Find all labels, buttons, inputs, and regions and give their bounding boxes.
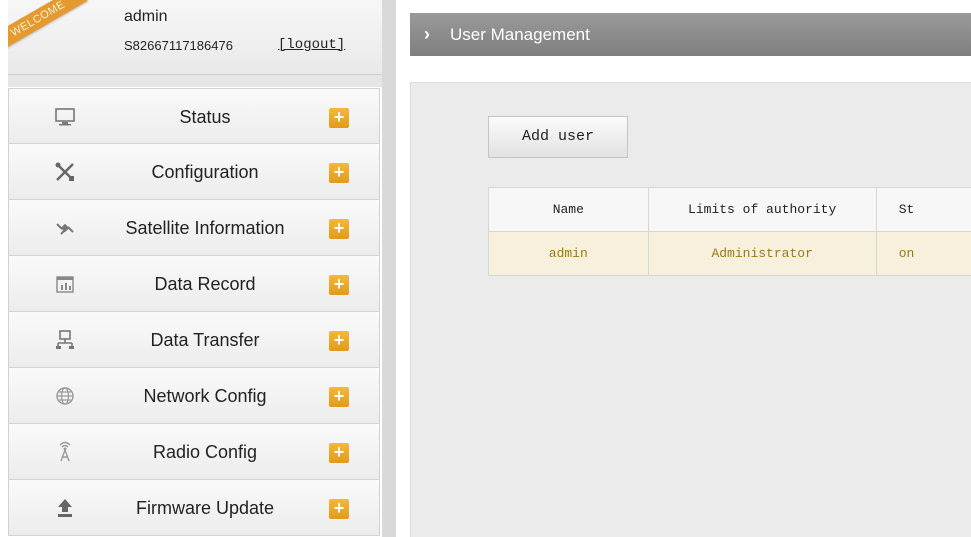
expand-plus-icon[interactable]: + xyxy=(329,331,349,351)
table-header-row: Name Limits of authority St xyxy=(488,187,971,232)
page-title-bar: › User Management xyxy=(410,13,971,56)
sidebar-item-label: Data Record xyxy=(154,274,256,294)
cell-user-name[interactable]: admin xyxy=(488,231,649,276)
sidebar: WELCOME admin S82667117186476 [logout] S… xyxy=(0,0,384,537)
sidebar-item-radio-config[interactable]: Radio Config + xyxy=(8,424,380,480)
user-panel: WELCOME admin S82667117186476 [logout] xyxy=(8,0,383,75)
sidebar-splitter[interactable] xyxy=(382,0,396,537)
sidebar-item-network-config[interactable]: Network Config + xyxy=(8,368,380,424)
radio-tower-icon xyxy=(53,440,77,464)
satellite-icon xyxy=(53,216,77,240)
sidebar-item-data-record[interactable]: Data Record + xyxy=(8,256,380,312)
sidebar-divider xyxy=(8,75,382,87)
add-user-button[interactable]: Add user xyxy=(488,116,628,158)
sidebar-item-label: Status xyxy=(179,107,231,127)
cell-authority: Administrator xyxy=(647,231,877,276)
sidebar-item-label: Radio Config xyxy=(152,442,258,462)
content-panel: Add user Name Limits of authority St adm… xyxy=(410,82,971,537)
expand-plus-icon[interactable]: + xyxy=(329,163,349,183)
welcome-ribbon: WELCOME xyxy=(8,0,88,53)
chevron-right-icon: › xyxy=(424,24,430,44)
sidebar-item-label: Firmware Update xyxy=(135,498,275,518)
page-title: User Management xyxy=(450,25,590,44)
sidebar-item-data-transfer[interactable]: Data Transfer + xyxy=(8,312,380,368)
user-table: Name Limits of authority St admin Admini… xyxy=(488,187,971,276)
sidebar-item-label: Configuration xyxy=(151,162,259,182)
logout-link[interactable]: [logout] xyxy=(278,37,345,53)
table-row[interactable]: admin Administrator on xyxy=(488,231,971,276)
sidebar-item-satellite-information[interactable]: Satellite Information + xyxy=(8,200,380,256)
expand-plus-icon[interactable]: + xyxy=(329,275,349,295)
app-window: WELCOME admin S82667117186476 [logout] S… xyxy=(0,0,971,537)
calendar-icon xyxy=(53,272,77,296)
expand-plus-icon[interactable]: + xyxy=(329,443,349,463)
sidebar-item-firmware-update[interactable]: Firmware Update + xyxy=(8,480,380,536)
expand-plus-icon[interactable]: + xyxy=(329,499,349,519)
main-content: › User Management Add user Name Limits o… xyxy=(396,0,971,537)
expand-plus-icon[interactable]: + xyxy=(329,387,349,407)
device-serial: S82667117186476 xyxy=(124,38,233,53)
network-icon xyxy=(53,328,77,352)
sidebar-item-label: Data Transfer xyxy=(150,330,260,350)
column-header-name: Name xyxy=(488,187,649,232)
globe-icon xyxy=(53,384,77,408)
sidebar-menu: Status + Configuration + Satellite Infor… xyxy=(8,88,380,536)
sidebar-item-status[interactable]: Status + xyxy=(8,88,380,144)
monitor-icon xyxy=(53,105,77,129)
cell-status: on xyxy=(875,231,971,276)
username: admin xyxy=(124,8,168,25)
column-header-authority: Limits of authority xyxy=(647,187,877,232)
sidebar-item-configuration[interactable]: Configuration + xyxy=(8,144,380,200)
expand-plus-icon[interactable]: + xyxy=(329,219,349,239)
tools-icon xyxy=(53,160,77,184)
sidebar-item-label: Satellite Information xyxy=(125,218,285,238)
column-header-status: St xyxy=(875,187,971,232)
upload-icon xyxy=(53,496,77,520)
sidebar-item-label: Network Config xyxy=(143,386,267,406)
expand-plus-icon[interactable]: + xyxy=(329,108,349,128)
